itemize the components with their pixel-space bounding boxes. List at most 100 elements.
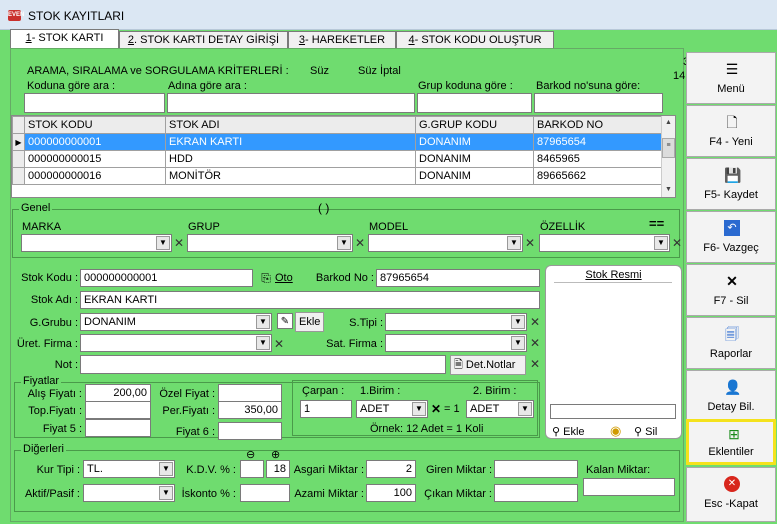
cell[interactable]: DONANIM <box>415 133 534 151</box>
table-row[interactable]: 000000000016 MONİTÖR DONANIM 89665662 <box>12 167 662 185</box>
exit-button[interactable]: ✕ Esc -Kapat <box>686 467 776 522</box>
model-select[interactable]: ▼ <box>368 234 523 252</box>
save-button[interactable]: 💾 F5- Kaydet <box>686 158 776 210</box>
chevron-down-icon[interactable]: ▼ <box>256 315 270 329</box>
per-input[interactable]: 350,00 <box>218 401 282 419</box>
tab-stok-karti-detay[interactable]: 2. STOK KARTI DETAY GİRİŞİ <box>119 31 288 48</box>
grid-scrollbar[interactable]: ▲ ≡ ▼ <box>661 116 675 197</box>
table-row[interactable]: 000000000015 HDD DONANIM 8465965 <box>12 150 662 168</box>
search-name-input[interactable] <box>167 93 415 113</box>
stipi-select[interactable]: ▼ <box>385 313 527 331</box>
ekle-button[interactable]: Ekle <box>295 312 325 332</box>
col-stok-adi[interactable]: STOK ADI <box>165 116 416 134</box>
new-button[interactable]: 🗋 F4 - Yeni <box>686 105 776 157</box>
not-clear-icon[interactable]: ✕ <box>530 357 540 371</box>
scroll-down-icon[interactable]: ▼ <box>662 183 675 196</box>
collapse-icon[interactable]: ( ) <box>318 201 329 215</box>
stipi-clear-icon[interactable]: ✕ <box>530 315 540 329</box>
ozellik-clear-icon[interactable]: ✕ <box>672 236 682 250</box>
cell[interactable]: EKRAN KARTI <box>165 133 416 151</box>
col-grup-kodu[interactable]: G.GRUP KODU <box>415 116 534 134</box>
chevron-down-icon[interactable]: ▼ <box>159 462 173 476</box>
stok-kodu-input[interactable]: 000000000001 <box>80 269 253 287</box>
stok-adi-input[interactable]: EKRAN KARTI <box>80 291 540 309</box>
fiyat5-input[interactable] <box>85 419 151 437</box>
top-input[interactable] <box>85 401 151 419</box>
chevron-down-icon[interactable]: ▼ <box>511 336 525 350</box>
tab-stok-kodu-olustur[interactable]: 4- STOK KODU OLUŞTUR <box>396 31 554 48</box>
cell[interactable]: DONANIM <box>415 150 534 168</box>
plugins-button[interactable]: ⊞ Eklentiler <box>686 419 776 465</box>
chevron-down-icon[interactable]: ▼ <box>511 315 525 329</box>
fiyat6-input[interactable] <box>218 422 282 440</box>
grup-clear-icon[interactable]: ✕ <box>355 236 365 250</box>
satfirma-select[interactable]: ▼ <box>385 334 527 352</box>
oto-button[interactable]: Oto <box>275 272 293 284</box>
chevron-down-icon[interactable]: ▼ <box>518 402 532 416</box>
kur-select[interactable]: TL. ▼ <box>83 460 175 478</box>
search-group-input[interactable] <box>417 93 532 113</box>
aktif-select[interactable]: ▼ <box>83 484 175 502</box>
reports-button[interactable]: 🗐 Raporlar <box>686 317 776 369</box>
cell[interactable]: 000000000001 <box>24 133 166 151</box>
asgari-input[interactable]: 2 <box>366 460 416 478</box>
azami-input[interactable]: 100 <box>366 484 416 502</box>
ozel-input[interactable] <box>218 384 282 402</box>
details-button[interactable]: 👤 Detay Bil. <box>686 370 776 422</box>
kdv-extra-input[interactable] <box>240 460 264 478</box>
filter-link[interactable]: Süz <box>310 65 329 77</box>
marka-select[interactable]: ▼ <box>21 234 172 252</box>
not-input[interactable] <box>80 355 446 374</box>
cancel-button[interactable]: ↶ F6- Vazgeç <box>686 211 776 263</box>
grubu-select[interactable]: DONANIM ▼ <box>80 313 272 331</box>
cell[interactable]: 000000000015 <box>24 150 166 168</box>
cikan-input[interactable] <box>494 484 578 502</box>
scroll-thumb[interactable]: ≡ <box>662 138 675 158</box>
chevron-down-icon[interactable]: ▼ <box>337 236 351 250</box>
col-barkod-no[interactable]: BARKOD NO <box>533 116 662 134</box>
group-edit-icon[interactable]: ✎ <box>277 313 293 329</box>
photo-delete-button[interactable]: ⚲ Sil <box>634 425 657 438</box>
iskonto-input[interactable] <box>240 484 290 502</box>
chevron-down-icon[interactable]: ▼ <box>412 402 426 416</box>
cell[interactable]: 89665662 <box>533 167 662 185</box>
satfirma-clear-icon[interactable]: ✕ <box>530 336 540 350</box>
kdv-input[interactable]: 18 <box>266 460 290 478</box>
ozellik-select[interactable]: ▼ <box>539 234 670 252</box>
kalan-input[interactable] <box>583 478 675 496</box>
cell[interactable]: MONİTÖR <box>165 167 416 185</box>
cell[interactable]: DONANIM <box>415 167 534 185</box>
search-code-input[interactable] <box>24 93 165 113</box>
cell[interactable]: 000000000016 <box>24 167 166 185</box>
chevron-down-icon[interactable]: ▼ <box>507 236 521 250</box>
photo-path-input[interactable] <box>550 404 676 419</box>
chevron-down-icon[interactable]: ▼ <box>654 236 668 250</box>
col-stok-kodu[interactable]: STOK KODU <box>24 116 166 134</box>
barkod-input[interactable]: 87965654 <box>376 269 540 287</box>
cell[interactable]: 8465965 <box>533 150 662 168</box>
birim2-select[interactable]: ADET ▼ <box>466 400 534 418</box>
table-row[interactable]: ▶ 000000000001 EKRAN KARTI DONANIM 87965… <box>12 133 662 151</box>
cell[interactable]: HDD <box>165 150 416 168</box>
scroll-up-icon[interactable]: ▲ <box>662 116 675 129</box>
clear-filter-link[interactable]: Süz İptal <box>358 65 401 77</box>
menu-button[interactable]: ☰ Menü <box>686 52 776 104</box>
photo-add-button[interactable]: ⚲ Ekle <box>552 425 585 438</box>
birim1-select[interactable]: ADET ▼ <box>356 400 428 418</box>
grup-select[interactable]: ▼ <box>187 234 353 252</box>
chevron-down-icon[interactable]: ▼ <box>159 486 173 500</box>
uretfirma-select[interactable]: ▼ <box>80 334 272 352</box>
tab-hareketler[interactable]: 3- HAREKETLER <box>288 31 396 48</box>
cell[interactable]: 87965654 <box>533 133 662 151</box>
chevron-down-icon[interactable]: ▼ <box>256 336 270 350</box>
tab-stok-karti[interactable]: 1- STOK KARTI <box>10 29 119 48</box>
delete-button[interactable]: ✕ F7 - Sil <box>686 264 776 316</box>
uretfirma-clear-icon[interactable]: ✕ <box>274 337 284 351</box>
giren-input[interactable] <box>494 460 578 478</box>
auto-code-icon[interactable]: ⎘ <box>258 270 274 286</box>
carpan-input[interactable]: 1 <box>300 400 352 418</box>
det-notlar-button[interactable]: 🗎 Det.Notlar <box>450 355 526 375</box>
webcam-icon[interactable]: ◉ <box>610 423 621 439</box>
search-barcode-input[interactable] <box>534 93 663 113</box>
alis-input[interactable]: 200,00 <box>85 384 151 402</box>
